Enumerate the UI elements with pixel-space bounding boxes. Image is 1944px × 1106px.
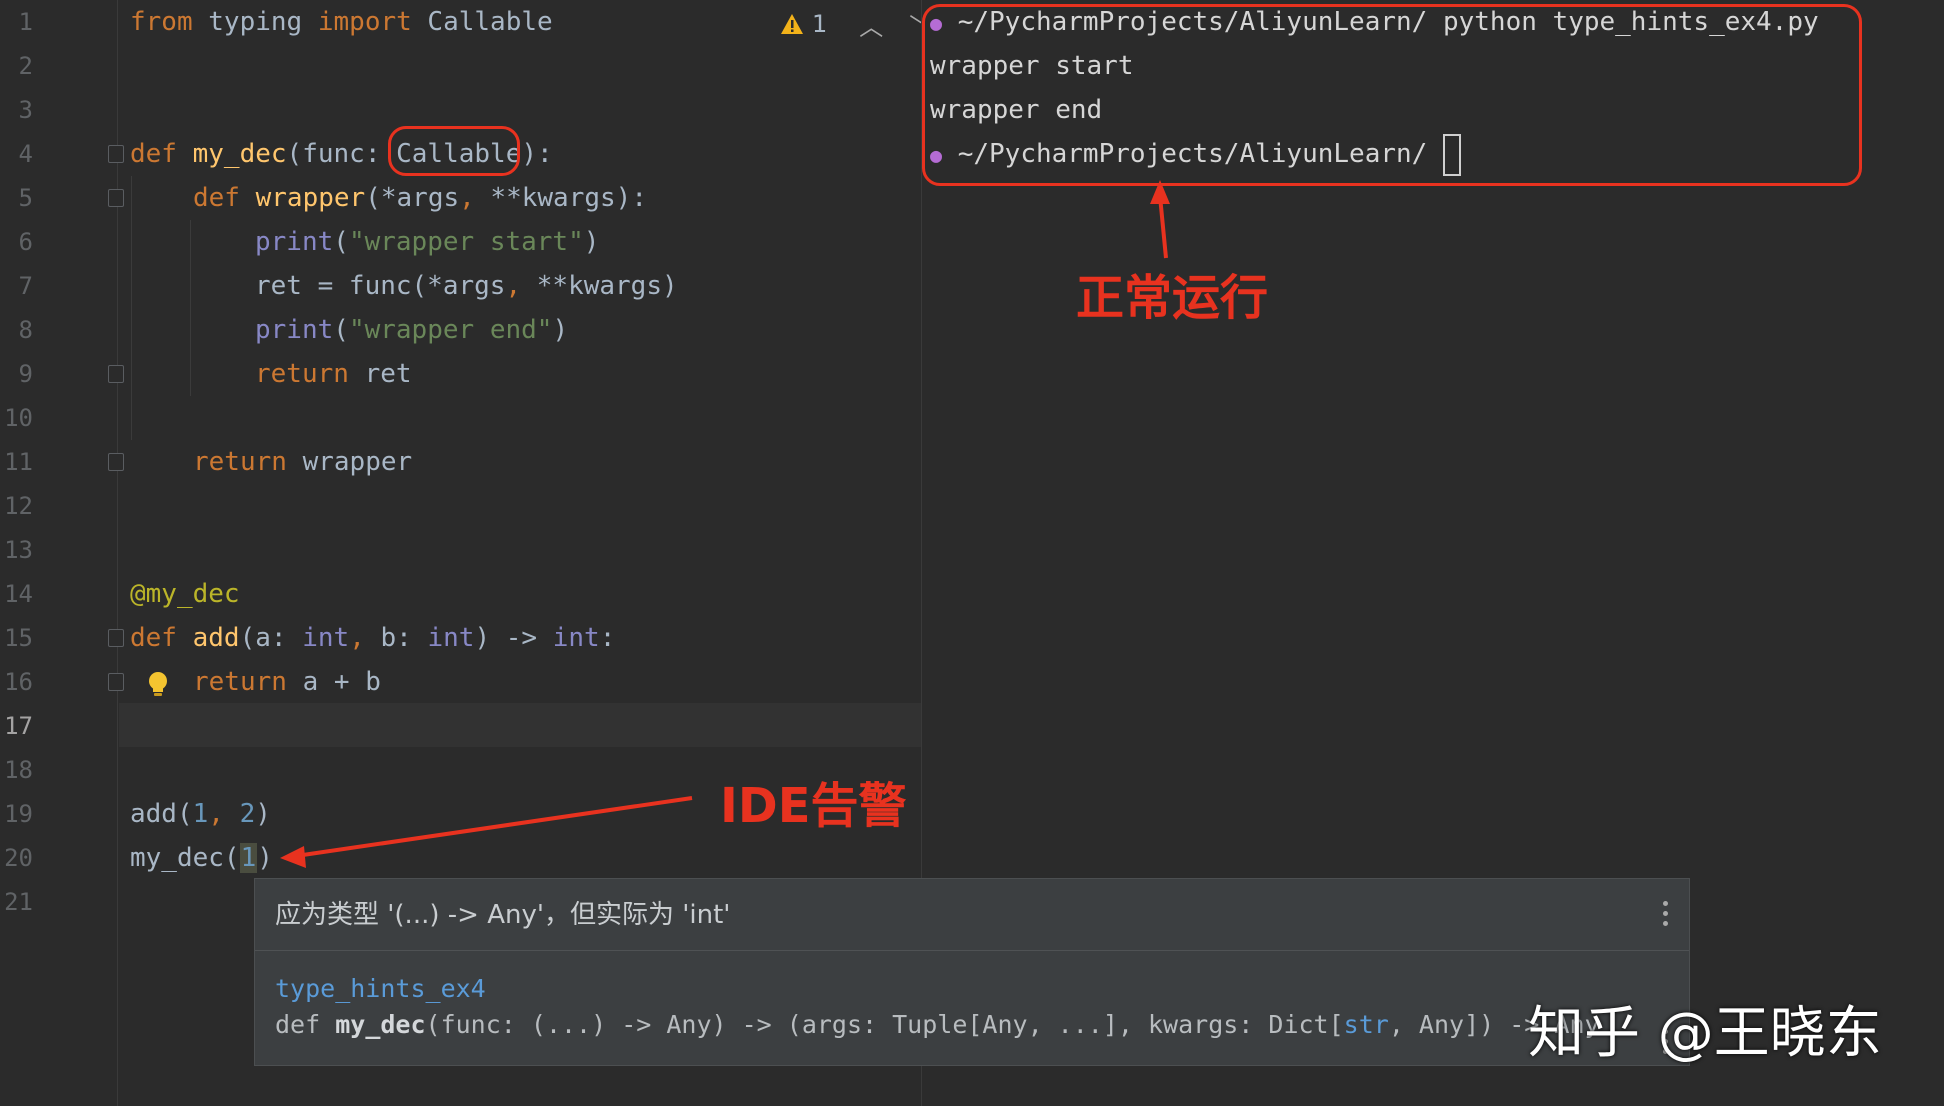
signature-mid: (func: (...) -> Any) -> (args: Tuple[Any…: [425, 1010, 1344, 1039]
watermark: 知乎 @王晓东: [1528, 1001, 1882, 1066]
popup-message: 应为类型 '(...) -> Any'，但实际为 'int': [275, 900, 731, 930]
signature-prefix: def: [275, 1010, 336, 1039]
popup-signature: def my_dec(func: (...) -> Any) -> (args:…: [275, 1007, 1669, 1043]
popup-module-link[interactable]: type_hints_ex4: [275, 971, 1669, 1007]
screenshot-root: 1 2 3 4 5 6 7 8 9 10 11 12 13 14 15 16 1…: [0, 0, 1944, 1106]
more-options-icon[interactable]: [1663, 901, 1669, 931]
type-warning-popup[interactable]: 应为类型 '(...) -> Any'，但实际为 'int' type_hint…: [254, 878, 1690, 1066]
popup-header: 应为类型 '(...) -> Any'，但实际为 'int': [255, 879, 1689, 951]
popup-documentation: type_hints_ex4 def my_dec(func: (...) ->…: [255, 951, 1689, 1043]
annotation-ide-warning: IDE告警: [720, 778, 907, 834]
signature-name: my_dec: [335, 1010, 426, 1039]
signature-type[interactable]: str: [1344, 1010, 1389, 1039]
annotation-normal-run: 正常运行: [1076, 270, 1269, 326]
